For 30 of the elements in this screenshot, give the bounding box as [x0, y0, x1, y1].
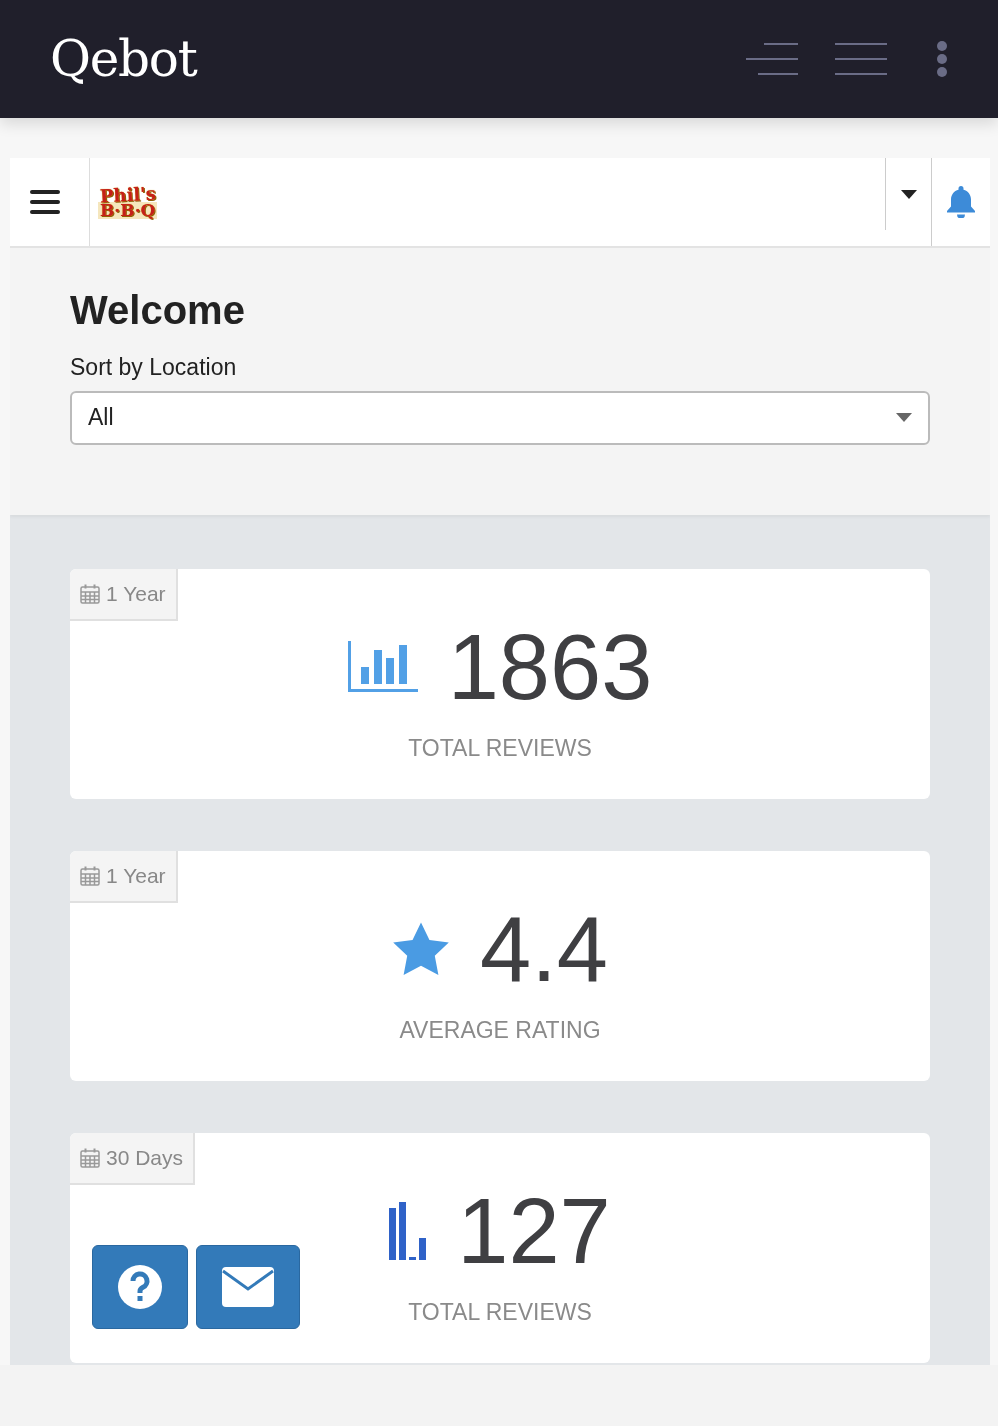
menu-right-align-icon[interactable] [746, 42, 800, 76]
help-icon [117, 1263, 163, 1310]
notification-bell-icon[interactable] [946, 186, 976, 218]
calendar-icon [80, 865, 100, 886]
stat-value: 1863 [447, 620, 653, 713]
location-select[interactable]: All [70, 390, 930, 445]
caret-icon[interactable] [900, 190, 917, 199]
stat-label: TOTAL REVIEWS [407, 1297, 593, 1327]
help-button[interactable] [92, 1244, 188, 1329]
period-label: 1 Year [106, 862, 166, 889]
stat-value: 127 [457, 1184, 611, 1277]
envelope-icon [222, 1266, 274, 1307]
calendar-icon [80, 583, 100, 604]
period-label: 1 Year [106, 580, 166, 607]
app-title: Qebot [50, 28, 197, 90]
bar-chart-icon [347, 640, 418, 693]
stat-value: 4.4 [480, 902, 608, 995]
stat-label: AVERAGE RATING [398, 1015, 602, 1045]
email-button[interactable] [196, 1244, 300, 1329]
welcome-heading: Welcome [70, 290, 246, 330]
caret-icon [896, 413, 912, 422]
sort-label: Sort by Location [70, 353, 238, 382]
star-icon [392, 920, 451, 977]
period-label: 30 Days [106, 1144, 184, 1171]
menu-icon[interactable] [29, 189, 60, 215]
restaurant-logo: Phil's B·B·Q [98, 181, 158, 222]
calendar-icon [80, 1147, 100, 1168]
bar-chart-icon [389, 1201, 428, 1260]
stat-label: TOTAL REVIEWS [407, 733, 593, 763]
more-options-icon[interactable] [936, 40, 948, 78]
